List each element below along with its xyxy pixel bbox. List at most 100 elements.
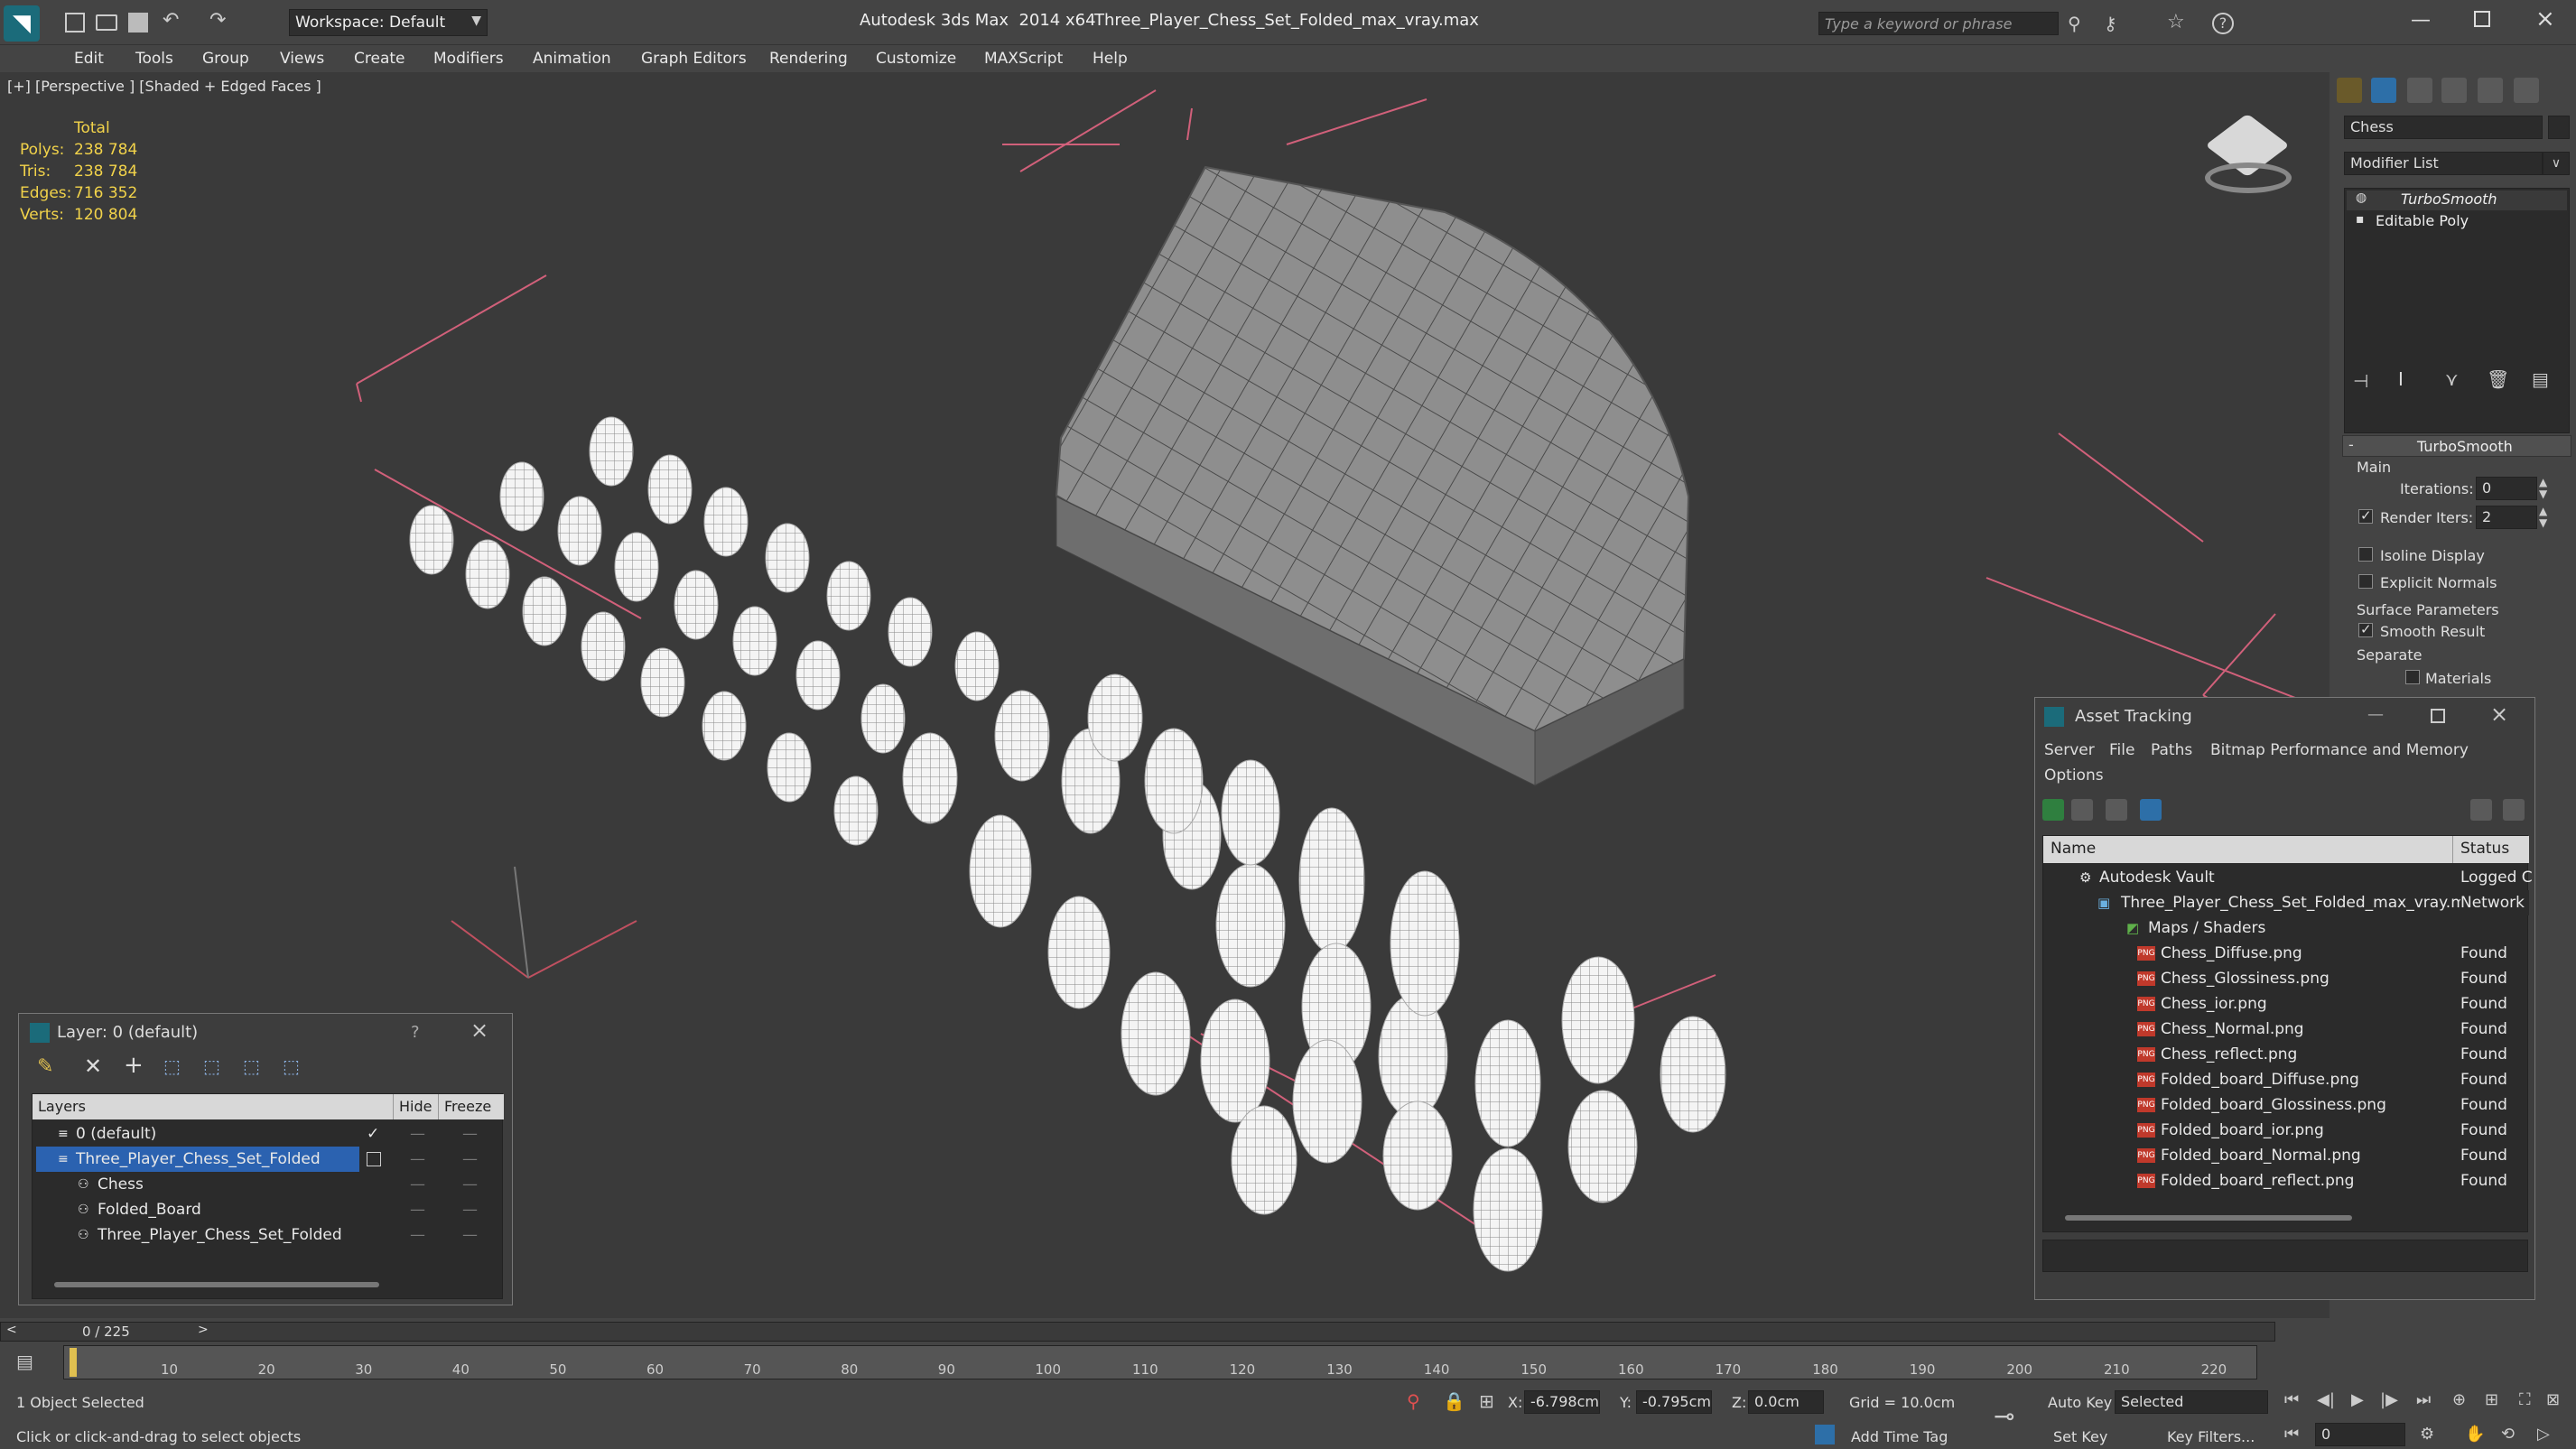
maximize-viewport-icon[interactable]: ⊠ (2546, 1390, 2560, 1409)
show-end-result-icon[interactable]: Ι (2398, 368, 2404, 390)
layer-row[interactable]: ⚇ Three_Player_Chess_Set_Folded — — (33, 1222, 504, 1248)
freeze-toggle[interactable]: — (462, 1121, 478, 1147)
freeze-toggle[interactable]: — (462, 1172, 478, 1197)
time-tag-icon[interactable] (1815, 1425, 1835, 1444)
key-icon[interactable]: ⚷ (2104, 13, 2117, 34)
menu-paths[interactable]: Paths (2151, 741, 2192, 759)
curve-editor-icon[interactable]: ▤ (16, 1351, 33, 1372)
menu-bitmap-performance[interactable]: Bitmap Performance and Memory (2210, 741, 2469, 759)
minimize-icon[interactable]: — (2367, 705, 2384, 724)
header-status[interactable]: Status (2453, 836, 2529, 863)
hierarchy-tab-icon[interactable] (2407, 78, 2432, 103)
chevron-down-icon[interactable]: ∨ (2543, 152, 2570, 175)
list-item[interactable]: PNG Folded_board_reflect.png Found (2043, 1168, 2529, 1194)
help-button[interactable]: ? (411, 1023, 420, 1042)
menu-graph-editors[interactable]: Graph Editors (641, 45, 747, 72)
chevron-right-icon[interactable]: > (198, 1323, 209, 1337)
key-filters-button[interactable]: Key Filters... (2167, 1428, 2255, 1445)
previous-frame-icon[interactable]: ◀| (2317, 1390, 2335, 1409)
bulb-icon[interactable]: ◍ (2356, 190, 2367, 205)
layer-row[interactable]: ⚇ Folded_Board — — (33, 1197, 504, 1222)
key-mode-icon[interactable]: ⊸ (1994, 1401, 2014, 1431)
object-color-swatch[interactable] (2548, 116, 2570, 139)
materials-checkbox[interactable] (2405, 670, 2420, 684)
orbit-icon[interactable]: ⟲ (2501, 1425, 2515, 1444)
undo-icon[interactable]: ↶ (163, 9, 179, 32)
list-item[interactable]: PNG Chess_ior.png Found (2043, 991, 2529, 1017)
render-iters-checkbox[interactable] (2358, 507, 2373, 524)
menu-animation[interactable]: Animation (533, 45, 611, 72)
hide-toggle[interactable]: — (410, 1147, 425, 1172)
close-icon[interactable]: × (470, 1017, 488, 1043)
y-coordinate-field[interactable]: -0.795cm (1636, 1390, 1712, 1414)
hide-toggle[interactable]: — (410, 1172, 425, 1197)
close-icon[interactable]: × (2490, 701, 2508, 727)
modify-tab-icon[interactable] (2371, 78, 2396, 103)
motion-tab-icon[interactable] (2441, 78, 2467, 103)
time-slider[interactable]: < 0 / 225 > (0, 1322, 2275, 1342)
modifier-list-dropdown[interactable]: Modifier List (2344, 152, 2543, 175)
current-frame-field[interactable]: 0 (2315, 1423, 2405, 1446)
zoom-icon[interactable]: ⊕ (2452, 1390, 2466, 1409)
rollout-header[interactable]: - TurboSmooth (2342, 435, 2571, 457)
help-icon[interactable]: ? (2212, 13, 2234, 34)
list-item[interactable]: PNG Folded_board_Glossiness.png Found (2043, 1092, 2529, 1118)
layer-row[interactable]: ≡ 0 (default) ✓ — — (33, 1121, 504, 1147)
play-icon[interactable]: ▶ (2351, 1390, 2364, 1409)
object-name-field[interactable]: Chess (2344, 116, 2543, 139)
menu-maxscript[interactable]: MAXScript (984, 45, 1063, 72)
fov-icon[interactable]: ▷ (2537, 1425, 2550, 1444)
go-to-end-icon[interactable]: ⏭ (2416, 1390, 2431, 1409)
header-name[interactable]: Name (2043, 836, 2453, 863)
menu-group[interactable]: Group (202, 45, 249, 72)
isoline-display-checkbox[interactable] (2358, 547, 2373, 562)
workspace-dropdown[interactable]: Workspace: Default ▼ (289, 9, 488, 36)
new-layer-icon[interactable]: ✎ (37, 1055, 53, 1078)
maximize-icon[interactable] (2431, 709, 2445, 723)
set-key-button[interactable]: Set Key (2053, 1428, 2107, 1445)
binoculars-icon[interactable]: ⚲ (2068, 13, 2081, 34)
x-coordinate-field[interactable]: -6.798cm (1524, 1390, 1600, 1414)
freeze-all-icon[interactable]: ⬚ (283, 1055, 300, 1077)
list-item[interactable]: PNG Chess_Glossiness.png Found (2043, 966, 2529, 991)
explicit-normals-checkbox[interactable] (2358, 574, 2373, 589)
zoom-extents-icon[interactable]: ⛶ (2519, 1390, 2531, 1409)
list-item[interactable]: ⚙ Autodesk Vault Logged C (2043, 865, 2533, 890)
menu-modifiers[interactable]: Modifiers (433, 45, 504, 72)
help-icon[interactable] (2470, 799, 2492, 821)
lock-icon[interactable]: 🔒 (1443, 1390, 1465, 1412)
key-mode-toggle-icon[interactable]: ⏮ (2284, 1425, 2299, 1444)
next-frame-icon[interactable]: |▶ (2380, 1390, 2398, 1409)
horizontal-scrollbar[interactable] (54, 1282, 379, 1287)
menu-rendering[interactable]: Rendering (769, 45, 848, 72)
add-to-layer-icon[interactable]: + (124, 1052, 144, 1079)
select-objects-icon[interactable]: ⬚ (163, 1055, 181, 1077)
hide-toggle[interactable]: — (410, 1197, 425, 1222)
list-item[interactable]: PNG Folded_board_Diffuse.png Found (2043, 1067, 2529, 1092)
viewcube-icon[interactable] (2205, 113, 2292, 204)
menu-views[interactable]: Views (280, 45, 324, 72)
refresh-icon[interactable] (2042, 799, 2064, 821)
freeze-toggle[interactable]: — (462, 1197, 478, 1222)
z-coordinate-field[interactable]: 0.0cm (1748, 1390, 1824, 1414)
list-item[interactable]: PNG Chess_Normal.png Found (2043, 1017, 2529, 1042)
current-layer-box[interactable] (367, 1152, 381, 1166)
help-context-icon[interactable] (2503, 799, 2525, 821)
menu-tools[interactable]: Tools (135, 45, 173, 72)
menu-options[interactable]: Options (2044, 766, 2104, 785)
viewport-label[interactable]: [+] [Perspective ] [Shaded + Edged Faces… (7, 78, 321, 95)
key-set-dropdown[interactable]: Selected (2115, 1390, 2268, 1414)
stack-item-turbosmooth[interactable]: ◍ TurboSmooth (2347, 190, 2567, 210)
freeze-toggle[interactable]: — (462, 1147, 478, 1172)
header-layers[interactable]: Layers (33, 1094, 394, 1119)
remove-modifier-icon[interactable]: 🗑 (2487, 368, 2509, 390)
maximize-icon[interactable] (2474, 11, 2490, 27)
freeze-toggle[interactable]: — (462, 1222, 478, 1248)
pan-icon[interactable]: ✋ (2465, 1425, 2485, 1444)
hide-all-icon[interactable]: ⬚ (243, 1055, 260, 1077)
render-iters-spinner[interactable]: 2 (2476, 506, 2537, 529)
list-item[interactable]: ◩ Maps / Shaders (2043, 915, 2529, 941)
header-freeze[interactable]: Freeze (439, 1094, 504, 1119)
open-file-icon[interactable] (96, 14, 117, 31)
highlight-layer-icon[interactable]: ⬚ (203, 1055, 220, 1077)
